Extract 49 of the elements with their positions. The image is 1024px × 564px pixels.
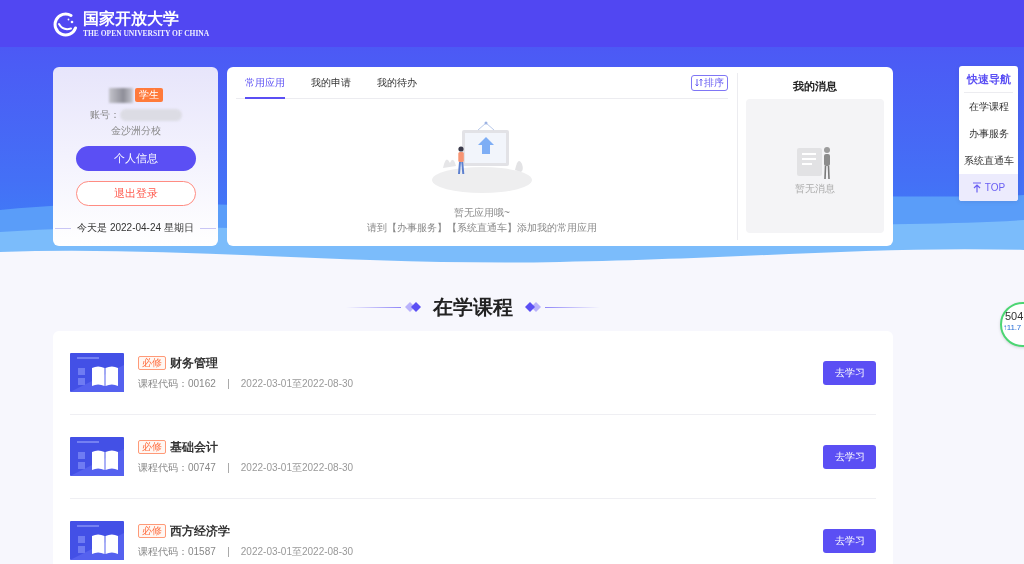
upload-speed: ↑11.7 [1003, 323, 1021, 333]
study-button[interactable]: 去学习 [823, 528, 876, 553]
quick-nav-link[interactable]: 在学课程 [959, 93, 1018, 120]
empty-messages-text: 暂无消息 [795, 182, 835, 196]
campus-name: 金沙洲分校 [110, 124, 161, 138]
course-tag: 必修 [138, 355, 166, 370]
redacted-account [119, 109, 182, 121]
tab[interactable]: 我的待办 [377, 76, 417, 99]
arrow-up-icon [971, 182, 982, 193]
speed-ball[interactable]: 504 ↑11.7 [1000, 302, 1024, 347]
sort-button[interactable]: 排序 [691, 74, 728, 91]
date-text: 今天是 2022-04-24 星期日 [77, 221, 194, 235]
logo-title: 国家开放大学 [83, 9, 179, 28]
course-period: 2022-03-01至2022-08-30 [240, 460, 354, 475]
course-period: 2022-03-01至2022-08-30 [240, 376, 354, 391]
diamond-icon [403, 301, 423, 313]
course-name: 西方经济学 [170, 522, 230, 539]
empty-apps-text: 暂无应用哦~ [454, 206, 510, 220]
role-tag: 学生 [134, 88, 163, 102]
course-code: 课程代码：00747 [138, 460, 216, 475]
course-tag: 必修 [138, 523, 166, 538]
study-button[interactable]: 去学习 [823, 360, 876, 385]
speed-value: 504 [1005, 310, 1024, 323]
logout-button[interactable]: 退出登录 [75, 181, 196, 206]
section-title: 在学课程 [433, 295, 513, 320]
course-name: 财务管理 [170, 354, 218, 371]
course-period: 2022-03-01至2022-08-30 [240, 544, 354, 559]
open-book-icon [70, 521, 124, 560]
diamond-icon [523, 301, 543, 313]
tab[interactable]: 我的申请 [311, 76, 351, 99]
course-code: 课程代码：01587 [138, 544, 216, 559]
open-book-icon [70, 437, 124, 476]
quick-nav-link[interactable]: 系统直通车 [959, 147, 1018, 174]
redacted-name [108, 87, 133, 103]
course-code: 课程代码：00162 [138, 376, 216, 391]
profile-button[interactable]: 个人信息 [75, 146, 196, 171]
course-tag: 必修 [138, 439, 166, 454]
study-button[interactable]: 去学习 [823, 444, 876, 469]
account-label: 账号： [89, 108, 120, 122]
messages-title: 我的消息 [792, 78, 838, 94]
course-name: 基础会计 [170, 438, 218, 455]
back-to-top-button[interactable]: TOP [959, 174, 1018, 201]
logo-icon [52, 10, 78, 37]
sort-icon [695, 78, 703, 87]
quick-nav-title: 快速导航 [964, 66, 1013, 93]
tab[interactable]: 常用应用 [245, 76, 285, 99]
open-book-icon [70, 353, 124, 392]
quick-nav-link[interactable]: 办事服务 [959, 120, 1018, 147]
empty-apps-hint: 请到【办事服务】【系统直通车】添加我的常用应用 [367, 221, 597, 235]
